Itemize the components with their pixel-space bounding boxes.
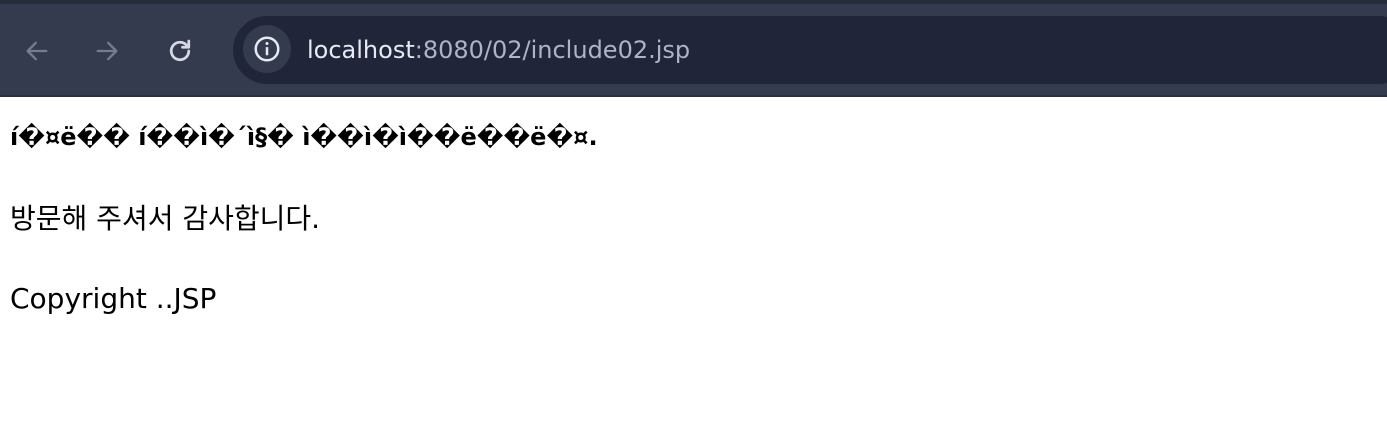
reload-button[interactable] [160, 31, 200, 71]
site-info-icon [254, 36, 280, 62]
back-arrow-icon [26, 41, 48, 61]
address-bar[interactable]: localhost:8080/02/include02.jsp [233, 16, 1387, 84]
reload-icon [169, 39, 191, 62]
browser-toolbar: localhost:8080/02/include02.jsp [0, 0, 1387, 97]
forward-arrow-icon [96, 41, 118, 61]
copyright-footer: Copyright ..JSP [10, 282, 217, 315]
url-path: :8080/02/include02.jsp [414, 36, 691, 64]
back-button[interactable] [17, 31, 57, 71]
url-host: localhost [307, 36, 415, 64]
thanks-message: 방문해 주셔서 감사합니다. [10, 202, 321, 235]
forward-button[interactable] [87, 31, 127, 71]
page-heading: í�¤ë�� í��ì�´ì§� ì��ì�ì��ë��ë�¤. [10, 123, 598, 151]
url-text[interactable]: localhost:8080/02/include02.jsp [307, 35, 690, 65]
site-info-button[interactable] [243, 25, 291, 73]
